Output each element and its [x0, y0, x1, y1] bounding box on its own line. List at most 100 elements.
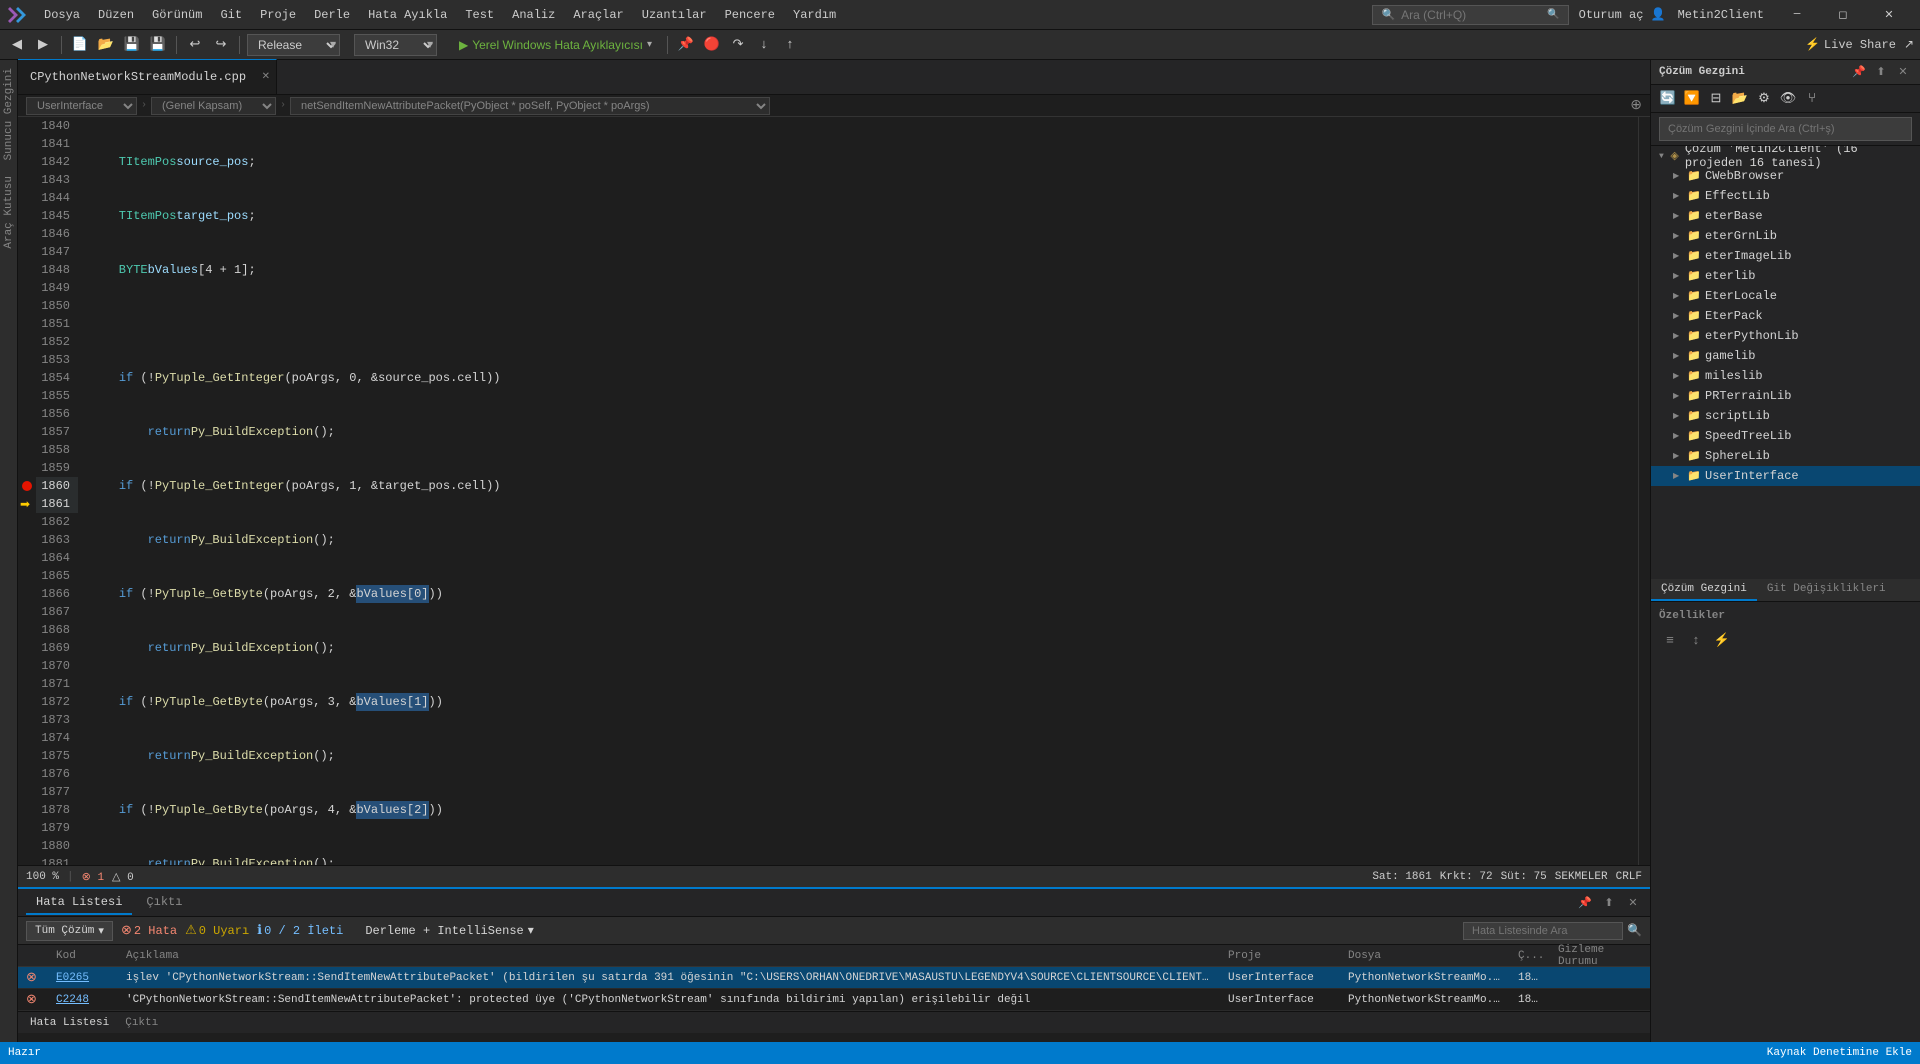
tree-eterpythonlib[interactable]: ▶ 📁 eterPythonLib [1651, 326, 1920, 346]
tree-solution[interactable]: ▼ ◈ Çözüm 'Metin2Client' (16 projeden 16… [1651, 146, 1920, 166]
error-code-1[interactable]: E0265 [48, 972, 118, 984]
prop-sort-btn[interactable]: ↕ [1685, 630, 1707, 652]
panel-close-btn[interactable]: ✕ [1624, 894, 1642, 912]
tree-mileslib[interactable]: ▶ 📁 mileslib [1651, 366, 1920, 386]
tree-eTerimagelib[interactable]: ▶ 📁 eterImageLib [1651, 246, 1920, 266]
solution-tab-gezgini[interactable]: Çözüm Gezgini [1651, 579, 1757, 601]
status-tabs[interactable]: SEKMELER [1555, 871, 1608, 883]
error-search-input[interactable] [1463, 922, 1623, 940]
se-sync-btn[interactable]: 🔄 [1657, 88, 1679, 110]
scope-middle-dropdown[interactable]: (Genel Kapsam) [151, 97, 276, 115]
toolbar-step-over[interactable]: ↷ [727, 34, 749, 56]
footer-cikti[interactable]: Çıktı [121, 1015, 162, 1031]
tab-close-icon[interactable]: ✕ [262, 71, 270, 83]
close-button[interactable]: ✕ [1866, 0, 1912, 30]
user-login[interactable]: Oturum aç 👤 [1579, 7, 1666, 22]
toolbar-redo-btn[interactable]: ↪ [210, 34, 232, 56]
status-mode[interactable]: Hazır [8, 1047, 41, 1059]
tab-cikti[interactable]: Çıktı [136, 891, 192, 915]
status-encoding[interactable]: CRLF [1616, 871, 1642, 883]
th-file[interactable]: Dosya [1340, 950, 1510, 962]
start-debug-button[interactable]: ▶ Yerel Windows Hata Ayıklayıcısı ▾ [451, 36, 660, 54]
platform-dropdown[interactable]: Win32 [354, 34, 437, 56]
scope-filter-btn[interactable]: Tüm Çözüm ▾ [26, 921, 113, 941]
th-hide[interactable]: Gizleme Durumu [1550, 944, 1650, 968]
error-row-2[interactable]: ⊗ C2248 'CPythonNetworkStream::SendItemN… [18, 989, 1650, 1011]
tree-speedtreelib[interactable]: ▶ 📁 SpeedTreeLib [1651, 426, 1920, 446]
tree-spherelib[interactable]: ▶ 📁 SphereLib [1651, 446, 1920, 466]
menu-search-input[interactable] [1401, 8, 1541, 22]
menu-derle[interactable]: Derle [306, 4, 358, 26]
menu-pencere[interactable]: Pencere [717, 4, 783, 26]
code-content[interactable]: TItemPos source_pos; TItemPos target_pos… [86, 117, 1638, 865]
sidebar-arac-kutusu[interactable]: Araç Kutusu [0, 168, 18, 257]
tree-effectlib[interactable]: ▶ 📁 EffectLib [1651, 186, 1920, 206]
menu-araclar[interactable]: Araçlar [565, 4, 631, 26]
prop-event-btn[interactable]: ⚡ [1711, 630, 1733, 652]
se-collapse-btn[interactable]: ⊟ [1705, 88, 1727, 110]
se-filter-btn[interactable]: 🔽 [1681, 88, 1703, 110]
panel-pin-btn[interactable]: 📌 [1576, 894, 1594, 912]
message-count-btn[interactable]: ℹ 0 / 2 İleti [257, 923, 343, 938]
status-source-control[interactable]: Kaynak Denetimine Ekle [1767, 1047, 1912, 1059]
se-show-all-btn[interactable]: 📂 [1729, 88, 1751, 110]
toolbar-open-btn[interactable]: 📂 [95, 34, 117, 56]
toolbar-undo-btn[interactable]: ↩ [184, 34, 206, 56]
build-filter-btn[interactable]: Derleme + IntelliSense ▾ [365, 923, 533, 938]
th-code[interactable]: Kod [48, 950, 118, 962]
th-project[interactable]: Proje [1220, 950, 1340, 962]
menu-uzantilar[interactable]: Uzantılar [634, 4, 715, 26]
error-indicator[interactable]: ⊗ 1 [82, 870, 104, 884]
tree-eterbase[interactable]: ▶ 📁 eterBase [1651, 206, 1920, 226]
tree-prterrainlib[interactable]: ▶ 📁 PRTerrainLib [1651, 386, 1920, 406]
editor-scrollbar[interactable] [1638, 117, 1650, 865]
toolbar-save-all-btn[interactable]: 💾 [147, 34, 169, 56]
toolbar-breakpt-btn[interactable]: 🔴 [701, 34, 723, 56]
se-props-btn[interactable]: ⚙ [1753, 88, 1775, 110]
toolbar-new-btn[interactable]: 📄 [69, 34, 91, 56]
tab-hata-listesi[interactable]: Hata Listesi [26, 891, 132, 915]
restore-button[interactable]: ◻ [1820, 0, 1866, 30]
minimize-button[interactable]: ─ [1774, 0, 1820, 30]
se-pin-btn[interactable]: 📌 [1850, 63, 1868, 81]
tree-eterlocale[interactable]: ▶ 📁 EterLocale [1651, 286, 1920, 306]
menu-dosya[interactable]: Dosya [36, 4, 88, 26]
se-maximize-btn[interactable]: ⬆ [1872, 63, 1890, 81]
prop-list-btn[interactable]: ≡ [1659, 630, 1681, 652]
menu-yardim[interactable]: Yardım [785, 4, 844, 26]
menu-test[interactable]: Test [457, 4, 502, 26]
th-description[interactable]: Açıklama [118, 950, 1220, 962]
se-git-btn[interactable]: ⑂ [1801, 88, 1823, 110]
toolbar-step-in[interactable]: ↓ [753, 34, 775, 56]
panel-maximize-btn[interactable]: ⬆ [1600, 894, 1618, 912]
menu-analiz[interactable]: Analiz [504, 4, 563, 26]
toolbar-save-btn[interactable]: 💾 [121, 34, 143, 56]
build-config-dropdown[interactable]: Release [247, 34, 340, 56]
editor-tab-active[interactable]: CPythonNetworkStreamModule.cpp ✕ [18, 59, 277, 94]
tree-gamelib[interactable]: ▶ 📁 gamelib [1651, 346, 1920, 366]
sidebar-sunucu-gezgini[interactable]: Sunucu Gezgini [0, 60, 18, 168]
se-preview-btn[interactable]: 👁 [1777, 88, 1799, 110]
split-editor-icon[interactable]: ⊕ [1630, 97, 1642, 114]
warning-count-btn[interactable]: ⚠ 0 Uyarı [185, 923, 249, 938]
th-line[interactable]: Ç... [1510, 950, 1550, 962]
toolbar-back-btn[interactable]: ◀ [6, 34, 28, 56]
menu-proje[interactable]: Proje [252, 4, 304, 26]
toolbar-extra-btn[interactable]: ↗ [1904, 37, 1914, 52]
solution-tab-git[interactable]: Git Değişiklikleri [1757, 579, 1896, 601]
tree-scriptlib[interactable]: ▶ 📁 scriptLib [1651, 406, 1920, 426]
toolbar-forward-btn[interactable]: ▶ [32, 34, 54, 56]
tree-userinterface[interactable]: ▶ 📁 UserInterface [1651, 466, 1920, 486]
menu-git[interactable]: Git [212, 4, 250, 26]
warning-indicator[interactable]: △ 0 [112, 870, 134, 884]
menu-duzen[interactable]: Düzen [90, 4, 142, 26]
toolbar-attach-btn[interactable]: 📌 [675, 34, 697, 56]
tree-etergrnlib[interactable]: ▶ 📁 eterGrnLib [1651, 226, 1920, 246]
zoom-level[interactable]: 100 % [26, 871, 59, 883]
menu-gorunum[interactable]: Görünüm [144, 4, 210, 26]
se-close-btn[interactable]: ✕ [1894, 63, 1912, 81]
footer-hata-listesi[interactable]: Hata Listesi [26, 1015, 113, 1031]
tree-eterlib[interactable]: ▶ 📁 eterlib [1651, 266, 1920, 286]
live-share-btn[interactable]: ⚡ Live Share [1805, 37, 1896, 52]
tree-eterpack[interactable]: ▶ 📁 EterPack [1651, 306, 1920, 326]
